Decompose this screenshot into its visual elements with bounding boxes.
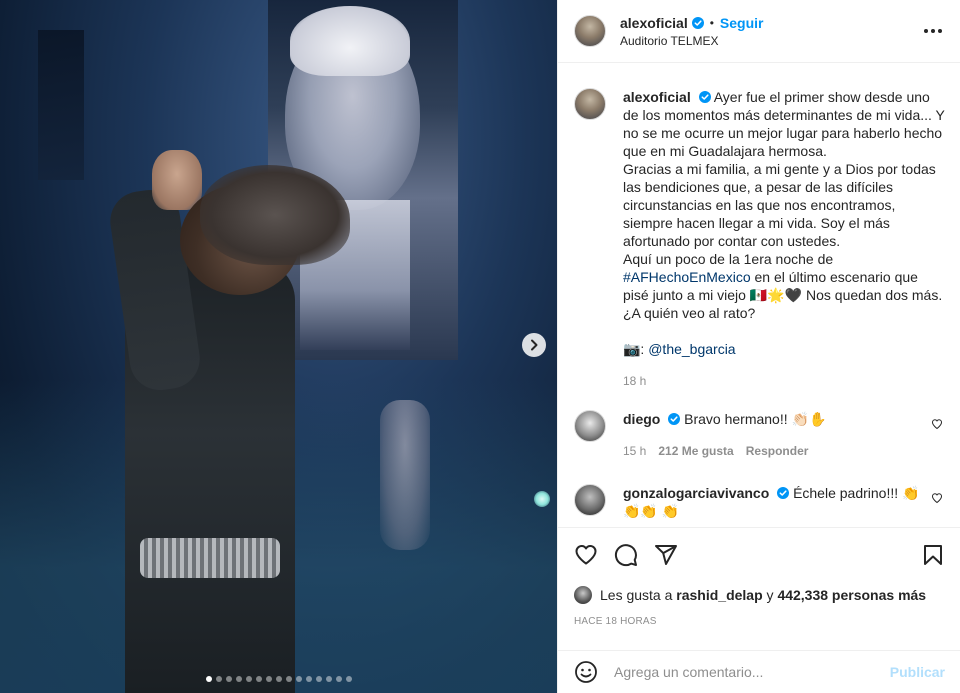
comment-likes[interactable]: 212 Me gusta: [658, 442, 733, 460]
post-header: alexoficial • Seguir Auditorio TELMEX: [558, 0, 960, 63]
stage-ornament: [380, 400, 430, 550]
carousel-dot: [285, 676, 292, 682]
likes-others[interactable]: 442,338 personas más: [777, 587, 926, 603]
carousel-dot: [225, 676, 232, 682]
bookmark-icon: [924, 545, 942, 565]
screen-portrait-hair: [290, 6, 410, 76]
save-button[interactable]: [921, 543, 945, 567]
carousel-dot: [335, 676, 342, 682]
publish-comment-button[interactable]: Publicar: [890, 664, 945, 680]
carousel-dot: [295, 676, 302, 682]
carousel-dot: [315, 676, 322, 682]
performer-belt: [140, 538, 280, 578]
carousel-dot: [255, 676, 262, 682]
like-button[interactable]: [574, 543, 598, 567]
carousel-dot: [215, 676, 222, 682]
comment-text: Bravo hermano!! 👏🏻✋: [684, 411, 827, 427]
emoji-icon[interactable]: [574, 660, 598, 684]
instagram-post-modal: alexoficial • Seguir Auditorio TELMEX al…: [0, 0, 960, 693]
commenter-username[interactable]: diego: [623, 411, 660, 427]
separator-dot: •: [709, 15, 714, 30]
carousel-dot: [305, 676, 312, 682]
ellipsis-icon: [924, 29, 928, 33]
more-options-button[interactable]: [921, 22, 945, 40]
author-avatar[interactable]: [574, 15, 606, 47]
carousel-indicator: [0, 676, 557, 682]
likes-prefix: Les gusta a: [600, 587, 673, 603]
carousel-dot: [245, 676, 252, 682]
carousel-dot: [235, 676, 242, 682]
hashtag-link[interactable]: #AFHechoEnMexico: [623, 269, 751, 285]
reply-button[interactable]: Responder: [746, 442, 809, 460]
post-location[interactable]: Auditorio TELMEX: [620, 34, 763, 48]
post-photo[interactable]: [0, 0, 557, 693]
carousel-next-button[interactable]: [522, 333, 546, 357]
carousel-dot: [205, 676, 212, 682]
author-username[interactable]: alexoficial: [620, 15, 688, 31]
comment-like-heart-icon[interactable]: [931, 418, 943, 430]
share-button[interactable]: [654, 543, 678, 567]
carousel-dot: [265, 676, 272, 682]
commenter-avatar[interactable]: [574, 484, 606, 516]
liker-avatar[interactable]: [574, 586, 592, 604]
comments-section: alexoficial Ayer fue el primer show desd…: [558, 64, 960, 526]
caption-text-3a: Aquí un poco de la 1era noche de: [623, 251, 834, 267]
likes-and: y: [766, 587, 774, 603]
performer-hands: [152, 150, 202, 210]
stage-light-column: [38, 30, 84, 180]
caption-text-2: Gracias a mi familia, a mi gente y a Dio…: [623, 161, 936, 249]
follow-button[interactable]: Seguir: [720, 15, 764, 31]
likes-summary: Les gusta a rashid_delap y 442,338 perso…: [574, 586, 945, 604]
verified-badge-icon: [698, 91, 711, 103]
carousel-dot: [275, 676, 282, 682]
camera-credit-icon: 📷:: [623, 341, 645, 357]
post-side-panel: alexoficial • Seguir Auditorio TELMEX al…: [557, 0, 960, 693]
commenter-username[interactable]: gonzalogarciavivanco: [623, 485, 769, 501]
carousel-dot: [325, 676, 332, 682]
comment-time[interactable]: 15 h: [623, 442, 646, 460]
caption-author-avatar[interactable]: [574, 88, 606, 120]
post-actions: Les gusta a rashid_delap y 442,338 perso…: [558, 527, 960, 627]
comment-button[interactable]: [614, 543, 638, 567]
comment-like-heart-icon[interactable]: [931, 492, 943, 504]
stage-light: [534, 491, 550, 507]
caption-author-username[interactable]: alexoficial: [623, 89, 691, 105]
post-timestamp[interactable]: HACE 18 HORAS: [574, 616, 945, 627]
verified-badge-icon: [691, 16, 704, 29]
chevron-right-icon: [531, 339, 538, 351]
commenter-avatar[interactable]: [574, 410, 606, 442]
verified-badge-icon: [668, 413, 681, 425]
liker-username[interactable]: rashid_delap: [676, 587, 762, 603]
verified-badge-icon: [777, 487, 790, 499]
carousel-dot: [345, 676, 352, 682]
paper-plane-icon: [655, 545, 677, 565]
heart-icon: [575, 545, 597, 565]
caption-time[interactable]: 18 h: [623, 372, 945, 390]
comment-input[interactable]: [614, 664, 890, 680]
photographer-mention[interactable]: @the_bgarcia: [648, 341, 735, 357]
comment-item: diego Bravo hermano!! 👏🏻✋ 15 h 212 Me gu…: [574, 410, 945, 460]
add-comment-bar: Publicar: [558, 650, 960, 693]
caption-text-4: ¿A quién veo al rato?: [623, 305, 756, 321]
speech-bubble-icon: [614, 544, 637, 567]
post-caption: alexoficial Ayer fue el primer show desd…: [574, 88, 945, 390]
comment-item: gonzalogarciavivanco Échele padrino!!! 👏…: [574, 484, 945, 520]
